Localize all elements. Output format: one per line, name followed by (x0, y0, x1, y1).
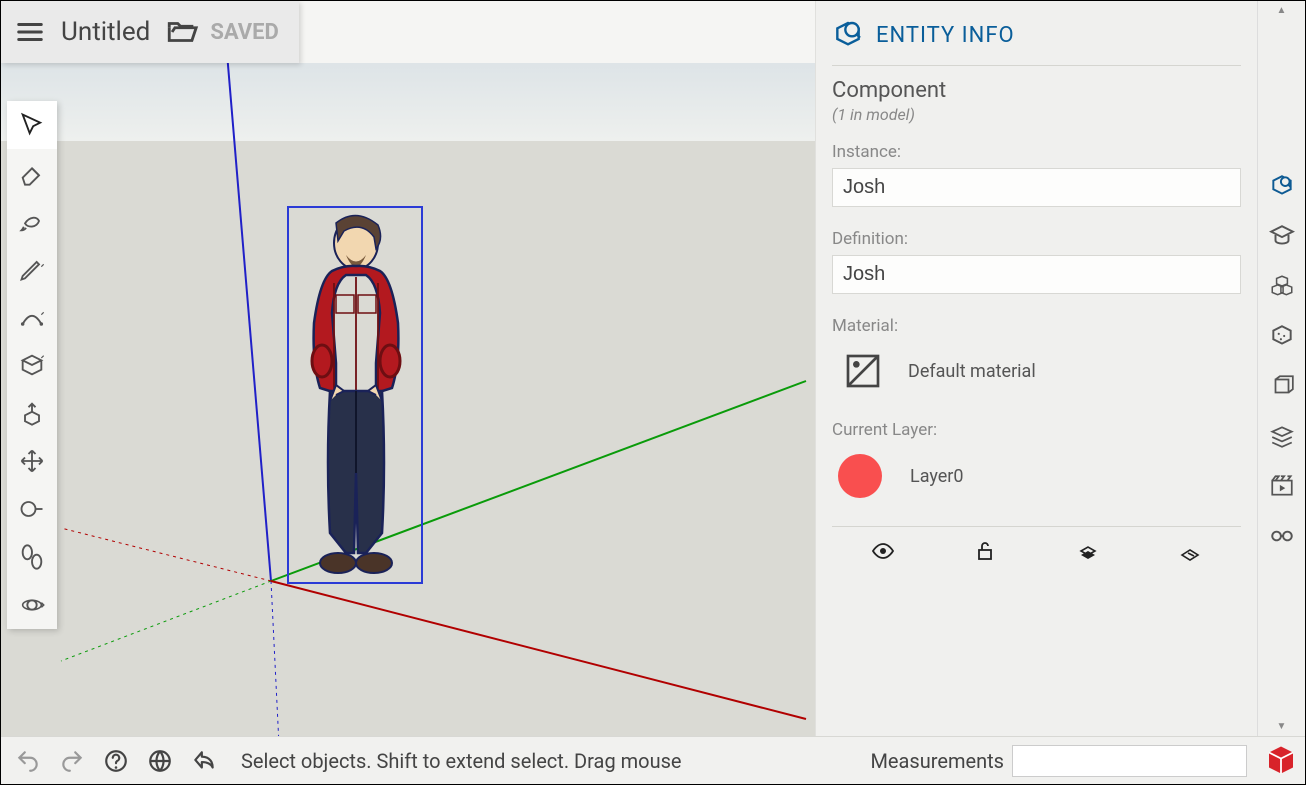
layer-name: Layer0 (910, 466, 964, 487)
panel-body: Component (1 in model) Instance: Definit… (816, 66, 1257, 587)
entity-info-icon (832, 19, 864, 51)
menu-button[interactable] (11, 13, 49, 51)
component-count-subheading: (1 in model) (832, 105, 1241, 124)
layers-tab[interactable] (1267, 421, 1297, 451)
material-field-label: Material: (832, 316, 1241, 336)
rectangle-tool[interactable] (7, 341, 57, 389)
measurements-group: Measurements (870, 745, 1247, 777)
definition-field-label: Definition: (832, 229, 1241, 249)
sketchup-logo-icon (1263, 742, 1299, 778)
scroll-up-icon[interactable]: ▲ (1277, 5, 1287, 16)
undo-button[interactable] (11, 744, 45, 778)
person-figure[interactable] (296, 213, 416, 583)
instructor-tab[interactable] (1267, 221, 1297, 251)
paint-tool[interactable] (7, 197, 57, 245)
toggles-bar (832, 526, 1241, 575)
layer-row[interactable]: Layer0 (832, 446, 1241, 506)
walk-tool[interactable] (7, 533, 57, 581)
layer-color-swatch (838, 454, 882, 498)
language-button[interactable] (143, 744, 177, 778)
pushpull-tool[interactable] (7, 389, 57, 437)
components-tab[interactable] (1267, 271, 1297, 301)
status-hint-text: Select objects. Shift to extend select. … (241, 749, 860, 773)
entity-info-tab[interactable] (1267, 171, 1297, 201)
document-title[interactable]: Untitled (61, 17, 150, 47)
panel-title: ENTITY INFO (876, 23, 1015, 48)
measurements-input[interactable] (1012, 745, 1247, 777)
scroll-down-icon[interactable]: ▼ (1277, 721, 1287, 732)
shadows-toggle[interactable] (1073, 539, 1103, 563)
materials-tab[interactable] (1267, 321, 1297, 351)
redo-button[interactable] (55, 744, 89, 778)
right-dock: ▲ ▼ (1257, 1, 1305, 784)
pencil-tool[interactable] (7, 245, 57, 293)
eraser-tool[interactable] (7, 149, 57, 197)
instance-field-label: Instance: (832, 142, 1241, 162)
material-swatch-icon (842, 350, 884, 392)
tape-measure-tool[interactable] (7, 485, 57, 533)
scenes-tab[interactable] (1267, 471, 1297, 501)
open-file-icon[interactable] (162, 12, 202, 52)
status-bar: Select objects. Shift to extend select. … (1, 736, 1305, 784)
arc-tool[interactable] (7, 293, 57, 341)
select-tool[interactable] (7, 101, 57, 149)
help-button[interactable] (99, 744, 133, 778)
orbit-tool[interactable] (7, 581, 57, 629)
entity-info-panel: ENTITY INFO Component (1 in model) Insta… (815, 1, 1257, 736)
visibility-toggle[interactable] (868, 539, 898, 563)
material-row[interactable]: Default material (832, 342, 1241, 400)
component-type-heading: Component (832, 78, 1241, 103)
instance-name-input[interactable] (832, 168, 1241, 207)
selection-bounding-box (287, 206, 423, 584)
left-toolbar (7, 101, 57, 629)
lock-toggle[interactable] (970, 539, 1000, 563)
save-status-label: SAVED (210, 20, 279, 45)
header-left: Untitled SAVED (1, 1, 299, 63)
move-tool[interactable] (7, 437, 57, 485)
display-tab[interactable] (1267, 521, 1297, 551)
styles-tab[interactable] (1267, 371, 1297, 401)
measurements-label: Measurements (870, 749, 1004, 773)
material-name: Default material (908, 361, 1036, 382)
panel-header: ENTITY INFO (816, 1, 1257, 65)
feedback-button[interactable] (187, 744, 221, 778)
definition-name-input[interactable] (832, 255, 1241, 294)
cast-shadows-toggle[interactable] (1175, 539, 1205, 563)
layer-field-label: Current Layer: (832, 420, 1241, 440)
